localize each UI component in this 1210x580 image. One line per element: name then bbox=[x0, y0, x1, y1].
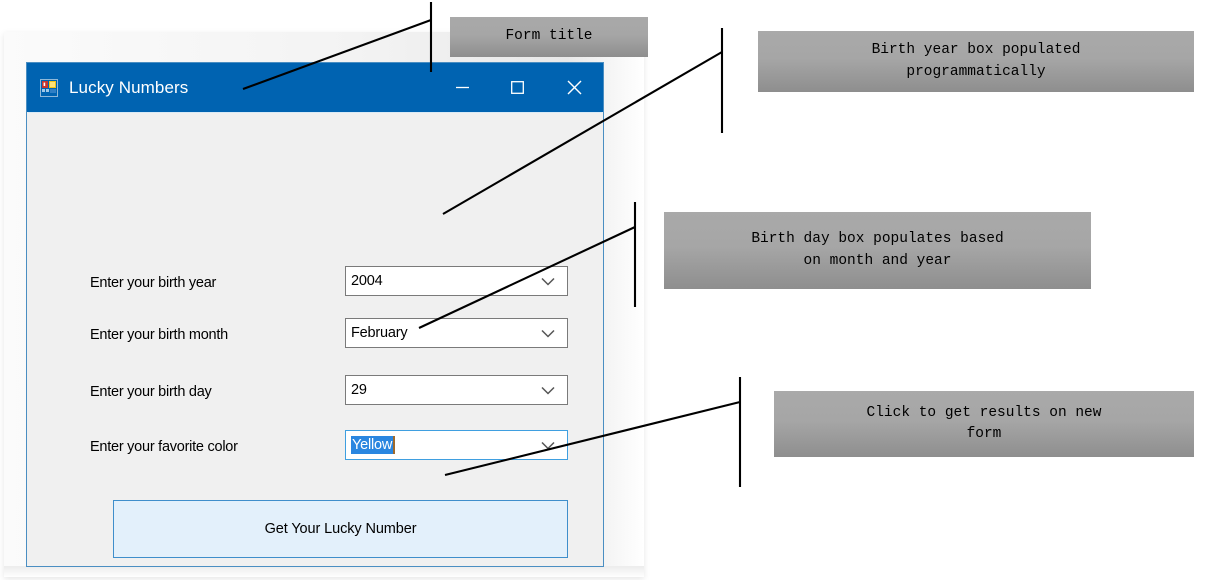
maximize-button[interactable] bbox=[490, 63, 545, 112]
label-favorite-color: Enter your favorite color bbox=[90, 439, 238, 455]
get-lucky-number-button[interactable]: Get Your Lucky Number bbox=[113, 500, 568, 558]
maximize-icon bbox=[511, 81, 524, 94]
field-row-birth-year: Enter your birth year bbox=[90, 268, 216, 298]
field-row-favorite-color: Enter your favorite color bbox=[90, 432, 238, 462]
combobox-favorite-color[interactable]: Yellow bbox=[345, 430, 568, 460]
chevron-down-icon[interactable] bbox=[541, 441, 555, 450]
combobox-birth-year-value: 2004 bbox=[351, 273, 383, 289]
close-icon bbox=[567, 80, 581, 95]
field-row-birth-day: Enter your birth day bbox=[90, 377, 212, 407]
close-button[interactable] bbox=[545, 63, 603, 112]
window-title: Lucky Numbers bbox=[69, 77, 189, 97]
combobox-favorite-color-value: Yellow bbox=[351, 436, 396, 454]
combobox-birth-month-value: February bbox=[351, 325, 408, 341]
lucky-numbers-window: Lucky Numbers Enter your birth year 2004… bbox=[26, 62, 604, 567]
callout-birth-day: Birth day box populates based on month a… bbox=[664, 212, 1091, 289]
label-birth-year: Enter your birth year bbox=[90, 275, 217, 291]
field-row-birth-month: Enter your birth month bbox=[90, 320, 228, 350]
combobox-birth-month[interactable]: February bbox=[345, 318, 568, 348]
label-birth-month: Enter your birth month bbox=[90, 327, 228, 343]
label-birth-day: Enter your birth day bbox=[90, 384, 212, 400]
chevron-down-icon[interactable] bbox=[541, 329, 555, 338]
form-client-area: Enter your birth year 2004 Enter your bi… bbox=[28, 112, 602, 565]
combobox-birth-day-value: 29 bbox=[351, 382, 367, 398]
combobox-birth-day[interactable]: 29 bbox=[345, 375, 568, 405]
winforms-app-icon bbox=[40, 78, 58, 97]
minimize-button[interactable] bbox=[435, 63, 490, 112]
chevron-down-icon[interactable] bbox=[541, 386, 555, 395]
callout-submit: Click to get results on new form bbox=[774, 391, 1194, 457]
callout-form-title: Form title bbox=[450, 17, 648, 57]
screenshot-stage: Lucky Numbers Enter your birth year 2004… bbox=[0, 0, 1210, 580]
chevron-down-icon[interactable] bbox=[541, 277, 555, 286]
window-caption-buttons bbox=[435, 63, 603, 112]
minimize-icon bbox=[456, 86, 469, 89]
window-outer-frame-bottom bbox=[4, 566, 644, 577]
window-titlebar[interactable]: Lucky Numbers bbox=[27, 63, 603, 112]
callout-birth-year: Birth year box populated programmaticall… bbox=[758, 31, 1194, 92]
combobox-birth-year[interactable]: 2004 bbox=[345, 266, 568, 296]
